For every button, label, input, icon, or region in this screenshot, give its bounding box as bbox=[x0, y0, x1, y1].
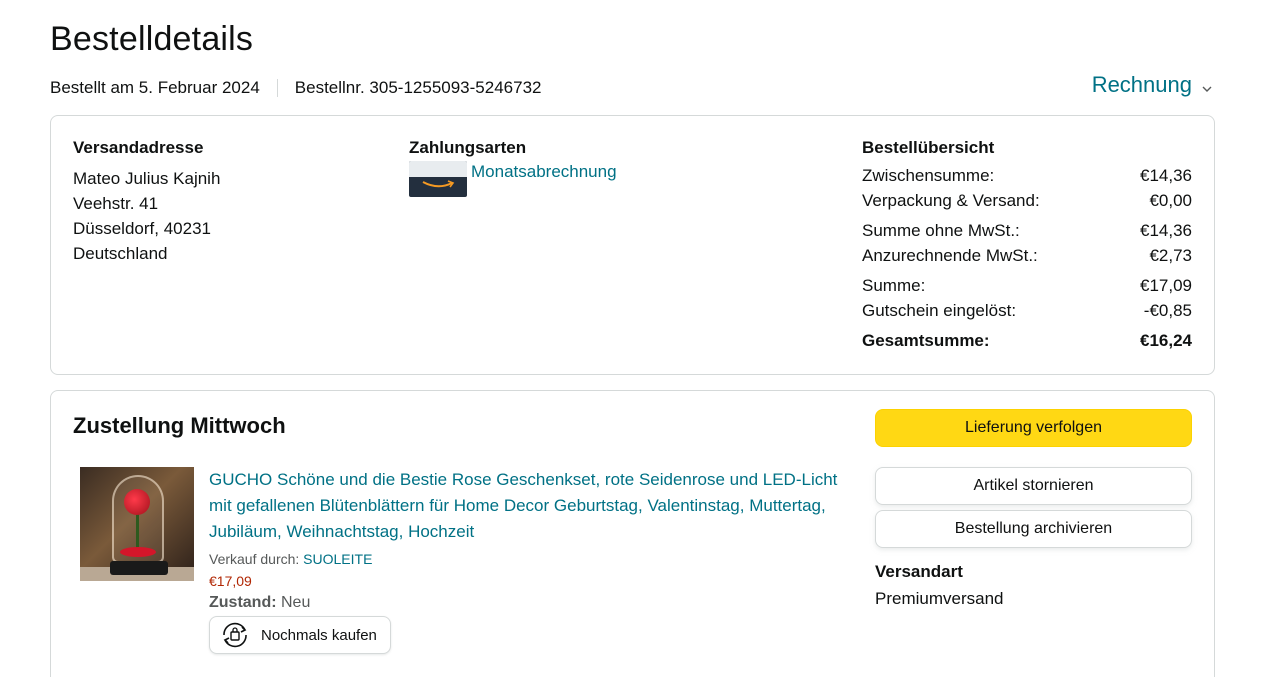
summary-row-subtotal: Zwischensumme: €14,36 bbox=[862, 163, 1192, 188]
address-name: Mateo Julius Kajnih bbox=[73, 169, 221, 188]
condition-value: Neu bbox=[281, 594, 311, 611]
summary-value: €14,36 bbox=[1140, 221, 1192, 240]
amazon-card-icon bbox=[409, 161, 467, 197]
shipping-type-section: Versandart Premiumversand bbox=[875, 562, 1004, 609]
payment-method-link[interactable]: Monatsabrechnung bbox=[471, 162, 617, 182]
meta-divider bbox=[276, 79, 278, 97]
cancel-item-button[interactable]: Artikel stornieren bbox=[875, 467, 1192, 505]
total-value: €16,24 bbox=[1140, 331, 1192, 350]
summary-row-net: Summe ohne MwSt.: €14,36 bbox=[862, 218, 1192, 243]
shipping-type-value: Premiumversand bbox=[875, 589, 1004, 608]
summary-value: €17,09 bbox=[1140, 276, 1192, 295]
buy-again-label: Nochmals kaufen bbox=[261, 626, 377, 644]
address-city: Düsseldorf, 40231 bbox=[73, 219, 211, 238]
summary-label: Zwischensumme: bbox=[862, 166, 995, 185]
order-info-card: Versandadresse Mateo Julius Kajnih Veehs… bbox=[50, 115, 1215, 375]
summary-value: €14,36 bbox=[1140, 166, 1192, 185]
summary-value: €2,73 bbox=[1149, 246, 1192, 265]
buy-again-button[interactable]: Nochmals kaufen bbox=[209, 616, 391, 654]
summary-label: Gutschein eingelöst: bbox=[862, 301, 1017, 320]
product-image[interactable] bbox=[80, 467, 194, 581]
summary-label: Summe: bbox=[862, 276, 926, 295]
order-details-page: Bestelldetails Bestellt am 5. Februar 20… bbox=[0, 0, 1280, 677]
order-meta: Bestellt am 5. Februar 2024 Bestellnr. 3… bbox=[50, 78, 541, 98]
address-country: Deutschland bbox=[73, 244, 168, 263]
summary-value: €0,00 bbox=[1149, 191, 1192, 210]
order-item: GUCHO Schöne und die Bestie Rose Geschen… bbox=[209, 467, 849, 654]
product-title-link[interactable]: GUCHO Schöne und die Bestie Rose Geschen… bbox=[209, 467, 849, 545]
payment-section: Zahlungsarten Monatsabrechnung bbox=[409, 138, 617, 197]
summary-value: -€0,85 bbox=[1143, 301, 1192, 320]
summary-row-voucher: Gutschein eingelöst: -€0,85 bbox=[862, 298, 1192, 323]
product-price: €17,09 bbox=[209, 573, 252, 589]
order-date: Bestellt am 5. Februar 2024 bbox=[50, 78, 260, 97]
summary-label: Anzurechnende MwSt.: bbox=[862, 246, 1038, 265]
shipping-type-heading: Versandart bbox=[875, 562, 963, 581]
condition-label: Zustand: bbox=[209, 594, 277, 611]
invoice-label: Rechnung bbox=[1091, 72, 1192, 97]
order-summary-heading: Bestellübersicht bbox=[862, 138, 995, 157]
order-summary-section: Bestellübersicht Zwischensumme: €14,36 V… bbox=[862, 138, 1192, 353]
seller-link[interactable]: SUOLEITE bbox=[303, 551, 372, 567]
chevron-down-icon bbox=[1202, 73, 1212, 99]
summary-label: Summe ohne MwSt.: bbox=[862, 221, 1020, 240]
address-street: Veehstr. 41 bbox=[73, 194, 159, 213]
track-package-button[interactable]: Lieferung verfolgen bbox=[875, 409, 1192, 447]
sold-by-label: Verkauf durch: bbox=[209, 551, 300, 567]
shipment-card: Zustellung Mittwoch GUCHO Schöne und die… bbox=[50, 390, 1215, 677]
buy-again-icon bbox=[223, 622, 247, 648]
invoice-dropdown[interactable]: Rechnung bbox=[1092, 71, 1212, 99]
page-title: Bestelldetails bbox=[50, 20, 254, 58]
delivery-heading: Zustellung Mittwoch bbox=[73, 413, 286, 438]
seller-info: Verkauf durch: SUOLEITE bbox=[209, 551, 849, 567]
shipping-address-heading: Versandadresse bbox=[73, 138, 204, 157]
summary-row-total: Gesamtsumme: €16,24 bbox=[862, 328, 1192, 353]
order-number: Bestellnr. 305-1255093-5246732 bbox=[294, 78, 542, 97]
summary-label: Verpackung & Versand: bbox=[862, 191, 1040, 210]
shipping-address-section: Versandadresse Mateo Julius Kajnih Veehs… bbox=[73, 138, 220, 266]
summary-row-vat: Anzurechnende MwSt.: €2,73 bbox=[862, 243, 1192, 268]
archive-order-button[interactable]: Bestellung archivieren bbox=[875, 510, 1192, 548]
summary-row-shipping: Verpackung & Versand: €0,00 bbox=[862, 188, 1192, 213]
payment-heading: Zahlungsarten bbox=[409, 138, 527, 157]
total-label: Gesamtsumme: bbox=[862, 331, 990, 350]
summary-row-sum: Summe: €17,09 bbox=[862, 273, 1192, 298]
product-condition: Zustand: Neu bbox=[209, 594, 849, 612]
